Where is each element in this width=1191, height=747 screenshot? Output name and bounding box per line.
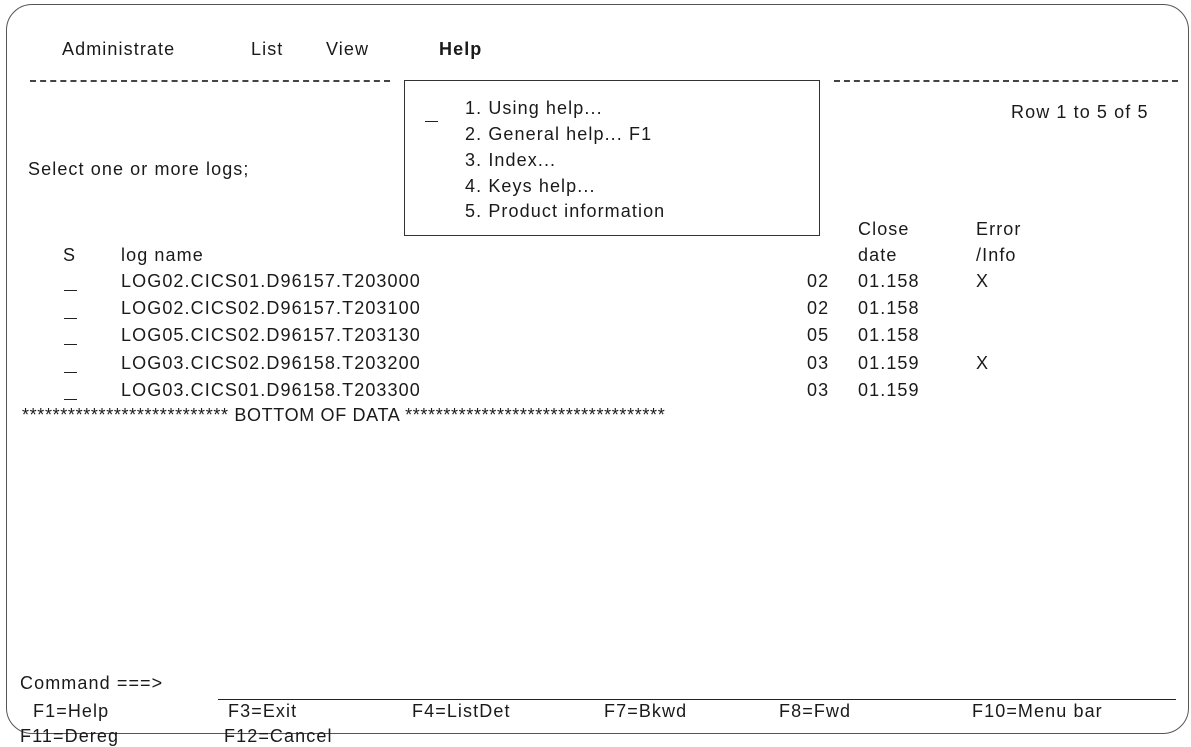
log-name: LOG02.CICS01.D96157.T203000 bbox=[121, 271, 421, 291]
menu-administrate[interactable]: Administrate bbox=[62, 38, 175, 60]
log-number: 03 bbox=[807, 353, 830, 373]
menu-separator-right bbox=[834, 80, 1178, 82]
row-select-field[interactable] bbox=[64, 344, 77, 345]
log-name: LOG03.CICS02.D96158.T203200 bbox=[121, 353, 421, 373]
bottom-of-data-banner: *************************** BOTTOM OF DA… bbox=[22, 405, 666, 425]
f10-menu-bar-key[interactable]: F10=Menu bar bbox=[972, 700, 1103, 722]
f12-cancel-key[interactable]: F12=Cancel bbox=[224, 725, 333, 747]
col-select-header: S bbox=[63, 245, 77, 265]
menu-help[interactable]: Help bbox=[439, 38, 482, 60]
row-select-field[interactable] bbox=[64, 372, 77, 373]
error-flag: X bbox=[976, 271, 990, 291]
log-name: LOG02.CICS02.D96157.T203100 bbox=[121, 298, 421, 318]
row-select-field[interactable] bbox=[64, 290, 77, 291]
help-menu-item-using-help[interactable]: 1. Using help... bbox=[465, 97, 603, 119]
f1-help-key[interactable]: F1=Help bbox=[33, 700, 109, 722]
row-select-field[interactable] bbox=[64, 399, 77, 400]
col-error-header: Error bbox=[976, 219, 1022, 239]
col-info-header: /Info bbox=[976, 245, 1017, 265]
row-info: Row 1 to 5 of 5 bbox=[1011, 102, 1149, 122]
close-date: 01.159 bbox=[858, 353, 920, 373]
menu-separator-left bbox=[30, 80, 390, 82]
command-label: Command ===> bbox=[20, 673, 164, 693]
menu-list[interactable]: List bbox=[251, 38, 283, 60]
help-menu-item-product-information[interactable]: 5. Product information bbox=[465, 200, 665, 222]
close-date: 01.158 bbox=[858, 271, 920, 291]
log-number: 03 bbox=[807, 380, 830, 400]
help-menu-item-index[interactable]: 3. Index... bbox=[465, 149, 556, 171]
log-number: 02 bbox=[807, 298, 830, 318]
col-date-header: date bbox=[858, 245, 898, 265]
f8-fwd-key[interactable]: F8=Fwd bbox=[779, 700, 851, 722]
f4-listdet-key[interactable]: F4=ListDet bbox=[412, 700, 511, 722]
close-date: 01.158 bbox=[858, 298, 920, 318]
log-name: LOG05.CICS02.D96157.T203130 bbox=[121, 325, 421, 345]
error-flag: X bbox=[976, 353, 990, 373]
help-menu-item-general-help[interactable]: 2. General help... F1 bbox=[465, 123, 652, 145]
close-date: 01.158 bbox=[858, 325, 920, 345]
f11-dereg-key[interactable]: F11=Dereg bbox=[20, 725, 119, 747]
log-name: LOG03.CICS01.D96158.T203300 bbox=[121, 380, 421, 400]
log-number: 02 bbox=[807, 271, 830, 291]
close-date: 01.159 bbox=[858, 380, 920, 400]
col-close-header: Close bbox=[858, 219, 910, 239]
row-select-field[interactable] bbox=[64, 318, 77, 319]
f3-exit-key[interactable]: F3=Exit bbox=[228, 700, 297, 722]
menu-view[interactable]: View bbox=[326, 38, 369, 60]
col-log-name-header: log name bbox=[121, 245, 204, 265]
f7-bkwd-key[interactable]: F7=Bkwd bbox=[604, 700, 687, 722]
help-pulldown-menu: 1. Using help... 2. General help... F1 3… bbox=[404, 80, 820, 236]
log-number: 05 bbox=[807, 325, 830, 345]
help-menu-selection-field[interactable] bbox=[425, 121, 438, 122]
help-menu-item-keys-help[interactable]: 4. Keys help... bbox=[465, 175, 596, 197]
instruction-text: Select one or more logs; bbox=[28, 159, 250, 179]
